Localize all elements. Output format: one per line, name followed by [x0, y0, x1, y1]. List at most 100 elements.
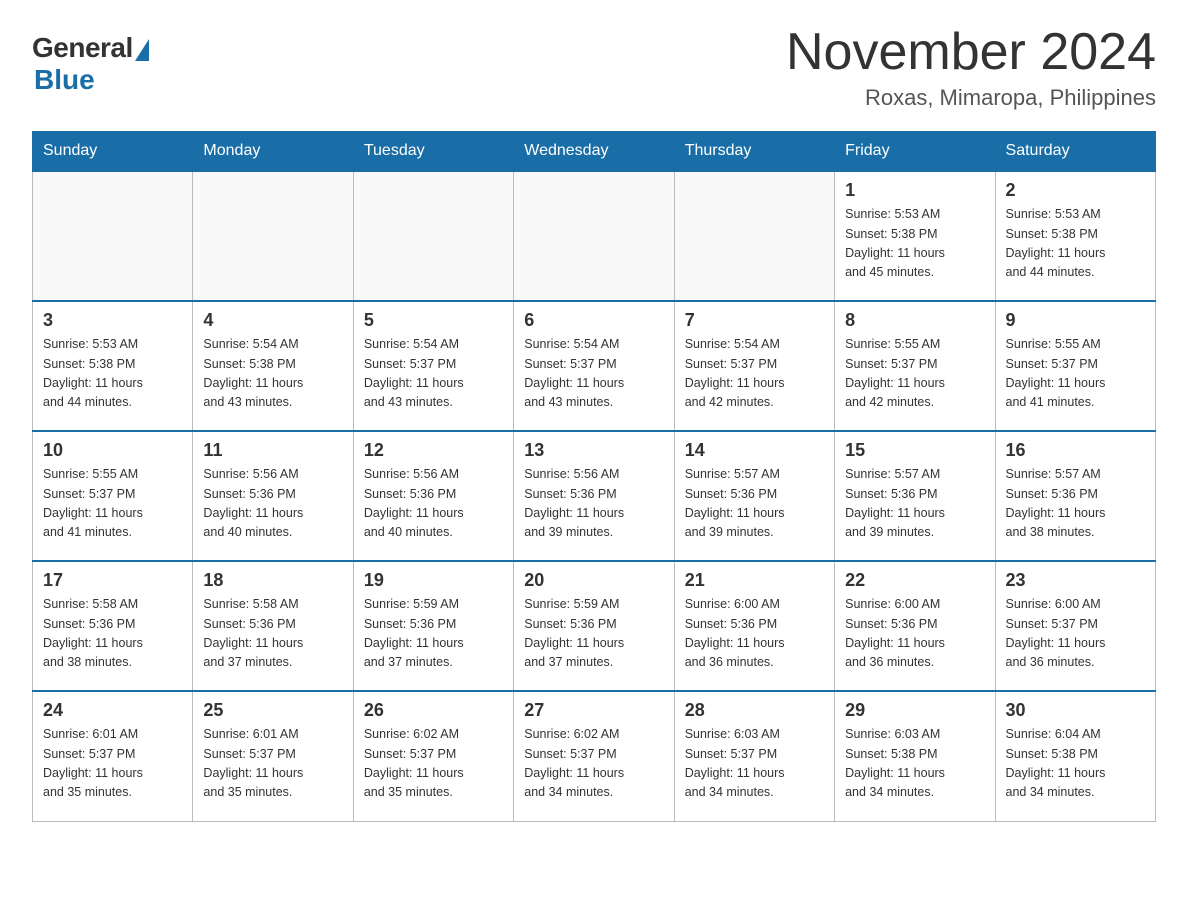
- calendar-cell: 8Sunrise: 5:55 AM Sunset: 5:37 PM Daylig…: [835, 301, 995, 431]
- title-area: November 2024 Roxas, Mimaropa, Philippin…: [786, 24, 1156, 111]
- day-number: 6: [524, 310, 663, 331]
- calendar-cell: 19Sunrise: 5:59 AM Sunset: 5:36 PM Dayli…: [353, 561, 513, 691]
- day-number: 27: [524, 700, 663, 721]
- calendar-cell: 22 Sunrise: 6:00 AM Sunset: 5:36 PM Dayli…: [835, 561, 995, 691]
- day-info: Sunrise: 6:00 AM Sunset: 5:37 PM Dayligh…: [1006, 595, 1145, 673]
- logo-general-text: General: [32, 32, 133, 64]
- location-title: Roxas, Mimaropa, Philippines: [786, 85, 1156, 111]
- logo: General Blue: [32, 32, 149, 96]
- calendar-cell: 2 Sunrise: 5:53 AM Sunset: 5:38 PM Daylig…: [995, 171, 1155, 301]
- day-number: 13: [524, 440, 663, 461]
- calendar-table: SundayMondayTuesdayWednesdayThursdayFrid…: [32, 131, 1156, 822]
- calendar-cell: 21 Sunrise: 6:00 AM Sunset: 5:36 PM Dayli…: [674, 561, 834, 691]
- day-info: Sunrise: 5:53 AM Sunset: 5:38 PM Dayligh…: [845, 205, 984, 283]
- calendar-cell: 6 Sunrise: 5:54 AM Sunset: 5:37 PM Daylig…: [514, 301, 674, 431]
- day-number: 16: [1006, 440, 1145, 461]
- calendar-cell: 12 Sunrise: 5:56 AM Sunset: 5:36 PM Dayli…: [353, 431, 513, 561]
- calendar-cell: 1 Sunrise: 5:53 AM Sunset: 5:38 PM Daylig…: [835, 171, 995, 301]
- calendar-cell: 28 Sunrise: 6:03 AM Sunset: 5:37 PM Dayli…: [674, 691, 834, 821]
- day-number: 7: [685, 310, 824, 331]
- day-info: Sunrise: 6:03 AM Sunset: 5:37 PM Dayligh…: [685, 725, 824, 803]
- weekday-header-thursday: Thursday: [674, 132, 834, 172]
- day-number: 18: [203, 570, 342, 591]
- calendar-cell: 4 Sunrise: 5:54 AM Sunset: 5:38 PM Daylig…: [193, 301, 353, 431]
- calendar-cell: [193, 171, 353, 301]
- day-info: Sunrise: 5:57 AM Sunset: 5:36 PM Dayligh…: [1006, 465, 1145, 543]
- calendar-cell: 15Sunrise: 5:57 AM Sunset: 5:36 PM Dayli…: [835, 431, 995, 561]
- day-info: Sunrise: 5:54 AM Sunset: 5:37 PM Dayligh…: [364, 335, 503, 413]
- weekday-header-tuesday: Tuesday: [353, 132, 513, 172]
- calendar-cell: 3 Sunrise: 5:53 AM Sunset: 5:38 PM Daylig…: [33, 301, 193, 431]
- day-number: 22: [845, 570, 984, 591]
- day-number: 25: [203, 700, 342, 721]
- day-number: 29: [845, 700, 984, 721]
- weekday-header-monday: Monday: [193, 132, 353, 172]
- day-number: 1: [845, 180, 984, 201]
- calendar-cell: 30 Sunrise: 6:04 AM Sunset: 5:38 PM Dayli…: [995, 691, 1155, 821]
- day-number: 11: [203, 440, 342, 461]
- calendar-cell: 9 Sunrise: 5:55 AM Sunset: 5:37 PM Daylig…: [995, 301, 1155, 431]
- day-info: Sunrise: 5:54 AM Sunset: 5:37 PM Dayligh…: [685, 335, 824, 413]
- calendar-cell: [674, 171, 834, 301]
- day-number: 8: [845, 310, 984, 331]
- day-info: Sunrise: 6:04 AM Sunset: 5:38 PM Dayligh…: [1006, 725, 1145, 803]
- calendar-cell: 26 Sunrise: 6:02 AM Sunset: 5:37 PM Dayli…: [353, 691, 513, 821]
- day-info: Sunrise: 6:02 AM Sunset: 5:37 PM Dayligh…: [524, 725, 663, 803]
- day-info: Sunrise: 5:56 AM Sunset: 5:36 PM Dayligh…: [364, 465, 503, 543]
- day-info: Sunrise: 5:54 AM Sunset: 5:37 PM Dayligh…: [524, 335, 663, 413]
- day-number: 4: [203, 310, 342, 331]
- weekday-header-wednesday: Wednesday: [514, 132, 674, 172]
- calendar-cell: 10 Sunrise: 5:55 AM Sunset: 5:37 PM Dayli…: [33, 431, 193, 561]
- day-info: Sunrise: 6:00 AM Sunset: 5:36 PM Dayligh…: [845, 595, 984, 673]
- logo-blue-text: Blue: [34, 64, 95, 96]
- day-info: Sunrise: 5:57 AM Sunset: 5:36 PM Dayligh…: [685, 465, 824, 543]
- day-number: 17: [43, 570, 182, 591]
- month-title: November 2024: [786, 24, 1156, 81]
- day-info: Sunrise: 5:57 AM Sunset: 5:36 PM Dayligh…: [845, 465, 984, 543]
- day-info: Sunrise: 5:54 AM Sunset: 5:38 PM Dayligh…: [203, 335, 342, 413]
- day-info: Sunrise: 6:00 AM Sunset: 5:36 PM Dayligh…: [685, 595, 824, 673]
- calendar-cell: 23 Sunrise: 6:00 AM Sunset: 5:37 PM Dayli…: [995, 561, 1155, 691]
- weekday-header-saturday: Saturday: [995, 132, 1155, 172]
- calendar-cell: [514, 171, 674, 301]
- calendar-cell: 17 Sunrise: 5:58 AM Sunset: 5:36 PM Dayli…: [33, 561, 193, 691]
- day-info: Sunrise: 6:01 AM Sunset: 5:37 PM Dayligh…: [203, 725, 342, 803]
- day-number: 3: [43, 310, 182, 331]
- day-number: 23: [1006, 570, 1145, 591]
- day-number: 14: [685, 440, 824, 461]
- day-info: Sunrise: 5:56 AM Sunset: 5:36 PM Dayligh…: [524, 465, 663, 543]
- calendar-cell: 14 Sunrise: 5:57 AM Sunset: 5:36 PM Dayli…: [674, 431, 834, 561]
- calendar-cell: 7 Sunrise: 5:54 AM Sunset: 5:37 PM Daylig…: [674, 301, 834, 431]
- day-info: Sunrise: 5:59 AM Sunset: 5:36 PM Dayligh…: [524, 595, 663, 673]
- day-number: 10: [43, 440, 182, 461]
- day-number: 12: [364, 440, 503, 461]
- day-number: 26: [364, 700, 503, 721]
- day-info: Sunrise: 5:53 AM Sunset: 5:38 PM Dayligh…: [43, 335, 182, 413]
- calendar-cell: [353, 171, 513, 301]
- day-info: Sunrise: 5:55 AM Sunset: 5:37 PM Dayligh…: [43, 465, 182, 543]
- calendar-cell: 24Sunrise: 6:01 AM Sunset: 5:37 PM Dayli…: [33, 691, 193, 821]
- day-number: 5: [364, 310, 503, 331]
- day-info: Sunrise: 5:59 AM Sunset: 5:36 PM Dayligh…: [364, 595, 503, 673]
- day-number: 2: [1006, 180, 1145, 201]
- day-info: Sunrise: 5:58 AM Sunset: 5:36 PM Dayligh…: [203, 595, 342, 673]
- day-info: Sunrise: 6:02 AM Sunset: 5:37 PM Dayligh…: [364, 725, 503, 803]
- calendar-cell: 16 Sunrise: 5:57 AM Sunset: 5:36 PM Dayli…: [995, 431, 1155, 561]
- calendar-cell: [33, 171, 193, 301]
- day-number: 21: [685, 570, 824, 591]
- day-info: Sunrise: 5:56 AM Sunset: 5:36 PM Dayligh…: [203, 465, 342, 543]
- page-header: General Blue November 2024 Roxas, Mimaro…: [32, 24, 1156, 111]
- logo-triangle-icon: [135, 39, 149, 61]
- calendar-cell: 11 Sunrise: 5:56 AM Sunset: 5:36 PM Dayli…: [193, 431, 353, 561]
- day-number: 24: [43, 700, 182, 721]
- day-number: 30: [1006, 700, 1145, 721]
- day-info: Sunrise: 5:55 AM Sunset: 5:37 PM Dayligh…: [1006, 335, 1145, 413]
- day-info: Sunrise: 5:58 AM Sunset: 5:36 PM Dayligh…: [43, 595, 182, 673]
- day-number: 20: [524, 570, 663, 591]
- calendar-cell: 18 Sunrise: 5:58 AM Sunset: 5:36 PM Dayli…: [193, 561, 353, 691]
- calendar-cell: 27 Sunrise: 6:02 AM Sunset: 5:37 PM Dayli…: [514, 691, 674, 821]
- day-number: 9: [1006, 310, 1145, 331]
- day-info: Sunrise: 5:53 AM Sunset: 5:38 PM Dayligh…: [1006, 205, 1145, 283]
- day-number: 28: [685, 700, 824, 721]
- calendar-cell: 29Sunrise: 6:03 AM Sunset: 5:38 PM Dayli…: [835, 691, 995, 821]
